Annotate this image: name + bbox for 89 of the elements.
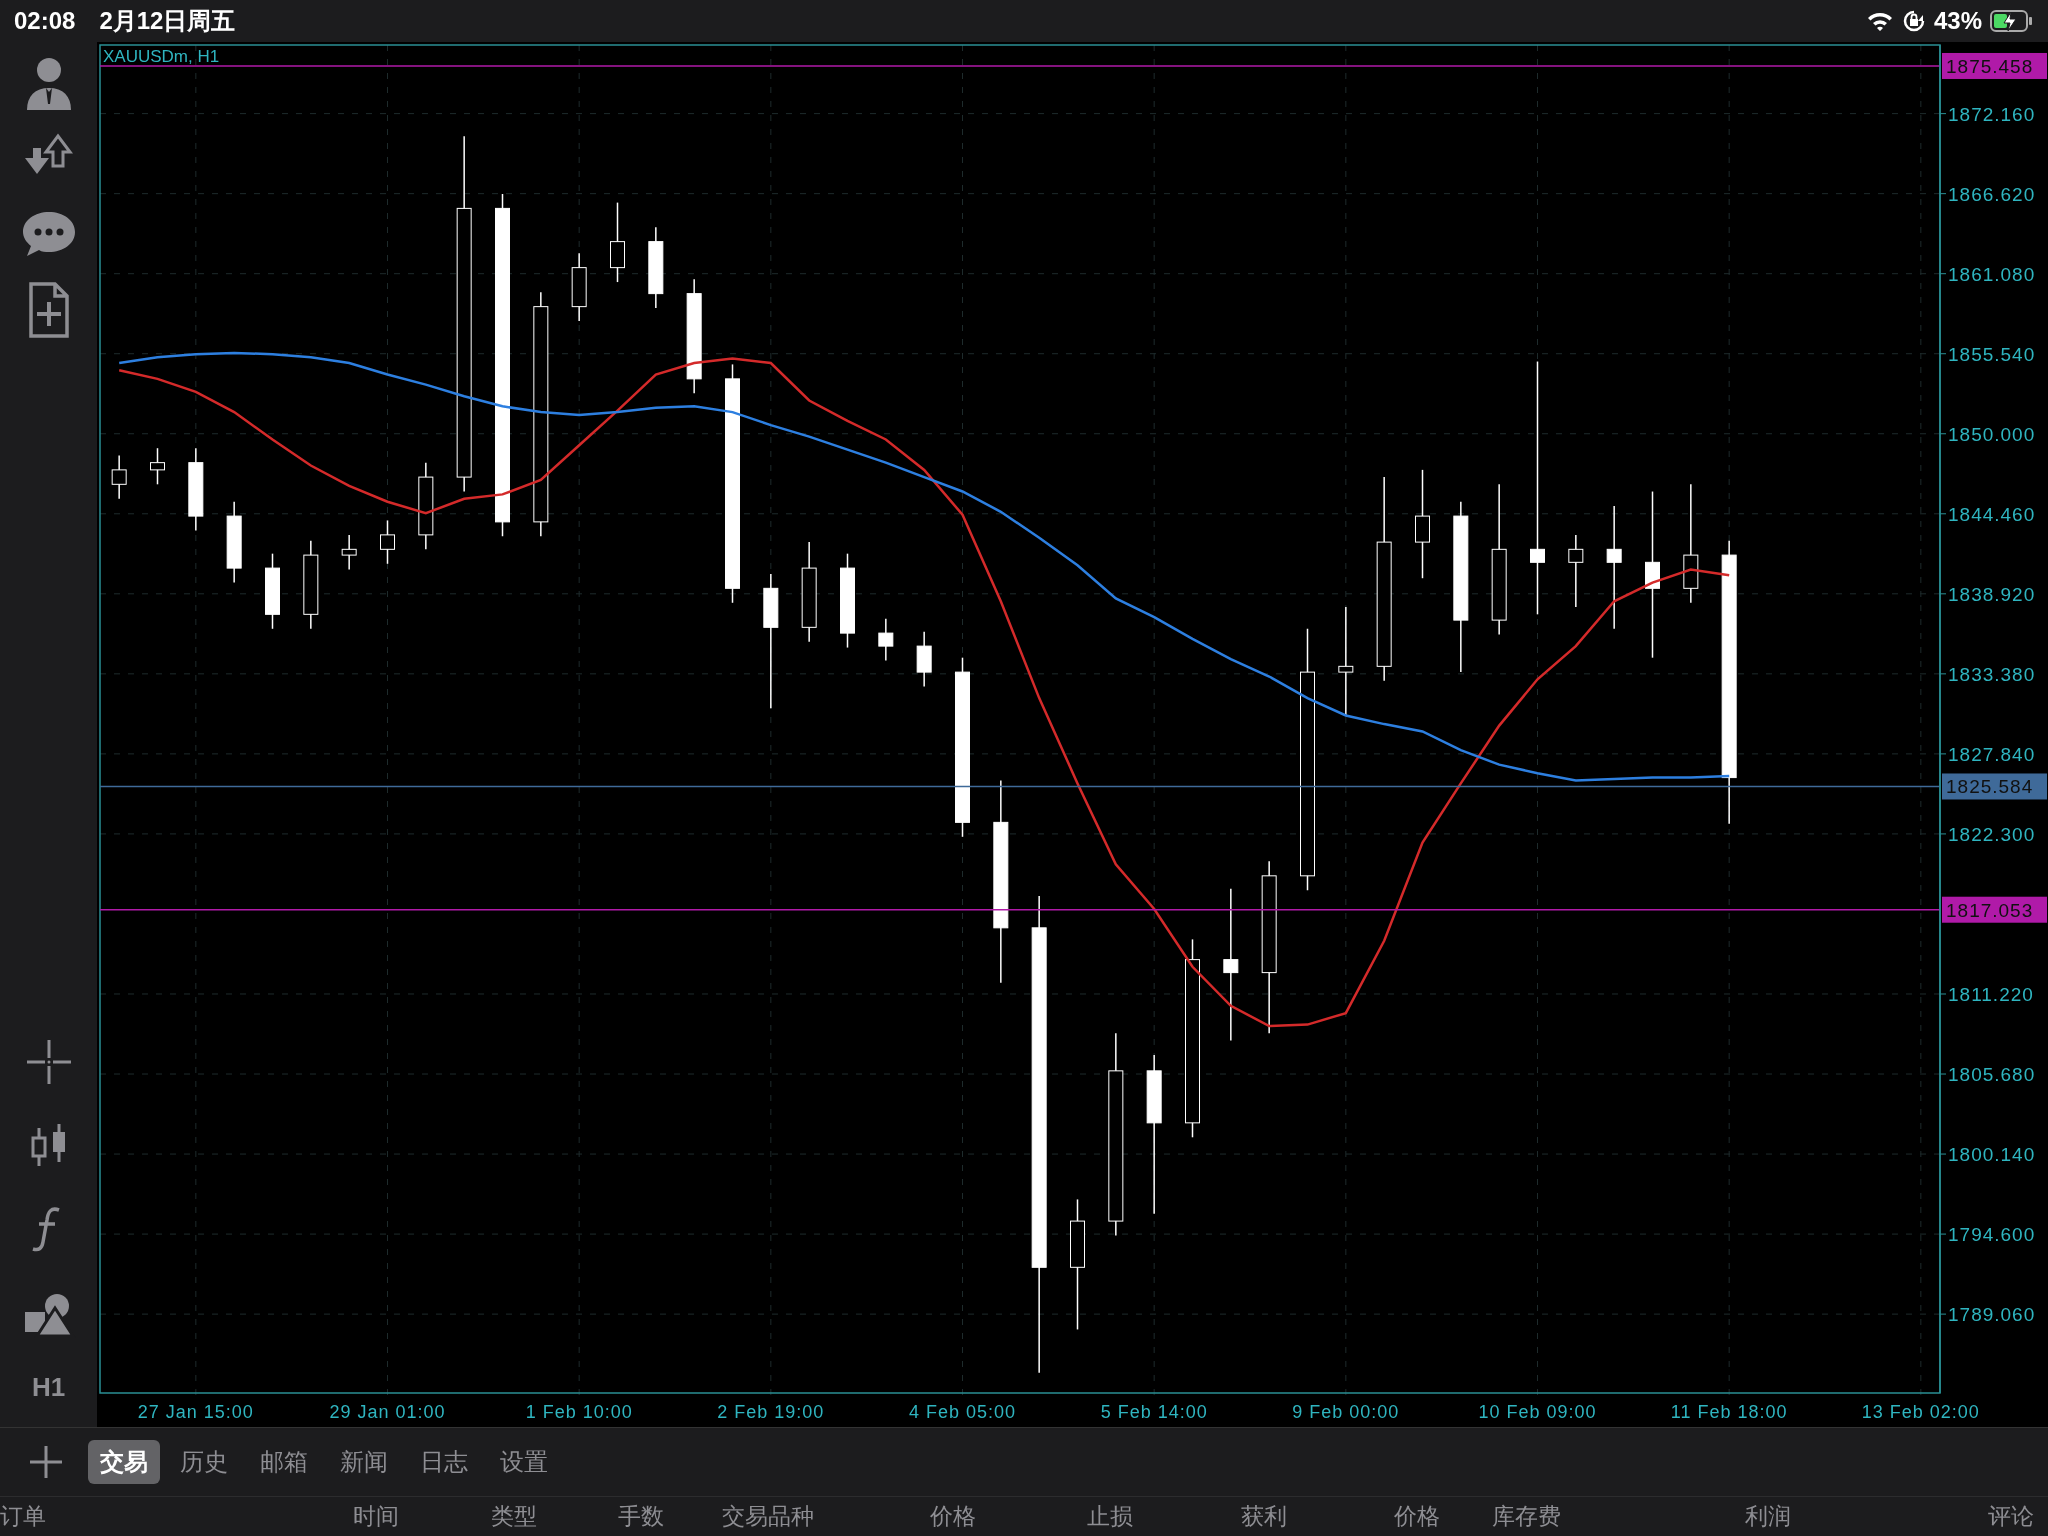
x-axis-tick-label: 11 Feb 18:00: [1670, 1402, 1788, 1422]
tab[interactable]: 日志: [408, 1440, 480, 1484]
column-header: 利润: [1745, 1505, 1792, 1528]
candle-body: [763, 587, 779, 628]
candle-body: [188, 462, 204, 517]
candle-body: [1568, 548, 1584, 563]
candle-body: [111, 469, 127, 485]
candle-body: [1070, 1220, 1085, 1268]
y-axis-tick-label: 1838.920: [1948, 583, 2036, 605]
column-header: 价格: [1394, 1505, 1441, 1528]
candle-body: [1683, 554, 1699, 589]
timeframe-button[interactable]: H1: [31, 1368, 66, 1407]
ref-line-label: 1825.584: [1946, 776, 2034, 798]
column-header: 交易品种: [722, 1505, 815, 1528]
candle-body: [1338, 665, 1354, 673]
candle-wick: [386, 519, 389, 565]
candle-wick: [348, 534, 350, 571]
battery-charging-icon: [1990, 10, 2034, 32]
candle-body: [916, 645, 932, 673]
candle-wick: [118, 454, 120, 500]
ref-line-label: 1817.053: [1946, 899, 2034, 921]
column-header: 手数: [618, 1505, 665, 1528]
x-axis-tick-label: 29 Jan 01:00: [329, 1402, 446, 1422]
candle-body: [1146, 1070, 1162, 1124]
candle-body: [150, 462, 165, 471]
candle-body: [801, 567, 817, 628]
x-axis-tick-label: 13 Feb 02:00: [1861, 1402, 1980, 1422]
price-tag: 1875.458: [1942, 53, 2047, 79]
y-axis-tick-label: 1850.000: [1948, 423, 2036, 445]
y-axis-tick-label: 1844.460: [1948, 503, 2036, 525]
column-header: 订单: [0, 1505, 47, 1528]
x-axis-tick-label: 1 Feb 10:00: [525, 1402, 633, 1422]
candle-body: [265, 567, 280, 615]
y-axis-tick-label: 1811.220: [1948, 984, 2034, 1005]
y-axis-tick-label: 1805.680: [1948, 1064, 2036, 1085]
tab[interactable]: 新闻: [328, 1440, 400, 1484]
add-icon[interactable]: [28, 1444, 64, 1480]
column-header: 止损: [1087, 1505, 1134, 1528]
x-axis-tick-label: 4 Feb 05:00: [908, 1402, 1017, 1422]
tab[interactable]: 历史: [168, 1440, 240, 1484]
candle-wick: [156, 447, 159, 486]
x-axis-tick-label: 27 Jan 15:00: [137, 1402, 254, 1422]
y-axis-tick-label: 1827.840: [1948, 743, 2036, 765]
ref-line-label: 1875.458: [1946, 55, 2034, 77]
y-axis-tick-label: 1833.380: [1948, 663, 2036, 685]
y-axis-tick-label: 1789.060: [1948, 1304, 2036, 1326]
y-axis-tick-label: 1794.600: [1948, 1224, 2036, 1246]
y-axis-tick-label: 1866.620: [1948, 183, 2036, 205]
x-axis-tick-label: 10 Feb 09:00: [1478, 1402, 1597, 1422]
candle-body: [1223, 959, 1239, 974]
x-axis-tick-label: 2 Feb 19:00: [717, 1402, 825, 1422]
column-header: 评论: [1988, 1505, 2035, 1528]
candle-body: [380, 534, 395, 550]
candle-body: [1645, 561, 1660, 589]
candle-body: [1415, 515, 1430, 543]
price-tag: 1817.053: [1942, 896, 2047, 923]
candle-body: [840, 567, 855, 634]
y-axis-tick-label: 1800.140: [1948, 1144, 2036, 1166]
price-tag: 1825.584: [1942, 773, 2047, 800]
candle-body: [418, 476, 434, 536]
tab[interactable]: 邮箱: [248, 1440, 320, 1484]
tab[interactable]: 交易: [88, 1440, 160, 1484]
candle-wick: [885, 617, 887, 662]
column-header: 时间: [353, 1505, 400, 1528]
y-axis-tick-label: 1872.160: [1948, 103, 2036, 125]
column-header: 价格: [930, 1505, 977, 1528]
candle-body: [341, 548, 357, 556]
column-header: 获利: [1241, 1505, 1288, 1528]
y-axis-tick-label: 1861.080: [1948, 263, 2036, 285]
candle-body: [571, 267, 587, 308]
symbol-label: XAUUSDm, H1: [103, 47, 220, 66]
candle-body: [1530, 548, 1545, 563]
status-date: 2月12日周五: [99, 6, 236, 36]
candle-body: [648, 241, 664, 295]
column-header: 库存费: [1492, 1505, 1562, 1528]
candle-body: [226, 515, 242, 569]
x-axis-tick-label: 9 Feb 00:00: [1292, 1402, 1400, 1422]
candle-body: [1606, 548, 1622, 563]
rotation-lock-icon: [1901, 9, 1926, 33]
battery-percent: 43%: [1933, 6, 1982, 36]
candle-body: [303, 554, 319, 615]
candle-body: [878, 632, 894, 647]
column-header: 类型: [491, 1505, 538, 1528]
candle-body: [610, 241, 625, 269]
y-axis-tick-label: 1822.300: [1948, 823, 2036, 845]
tab[interactable]: 设置: [488, 1440, 560, 1484]
y-axis-tick-label: 1855.540: [1948, 343, 2036, 365]
x-axis-tick-label: 5 Feb 14:00: [1100, 1402, 1208, 1422]
status-time: 02:08: [14, 6, 76, 36]
